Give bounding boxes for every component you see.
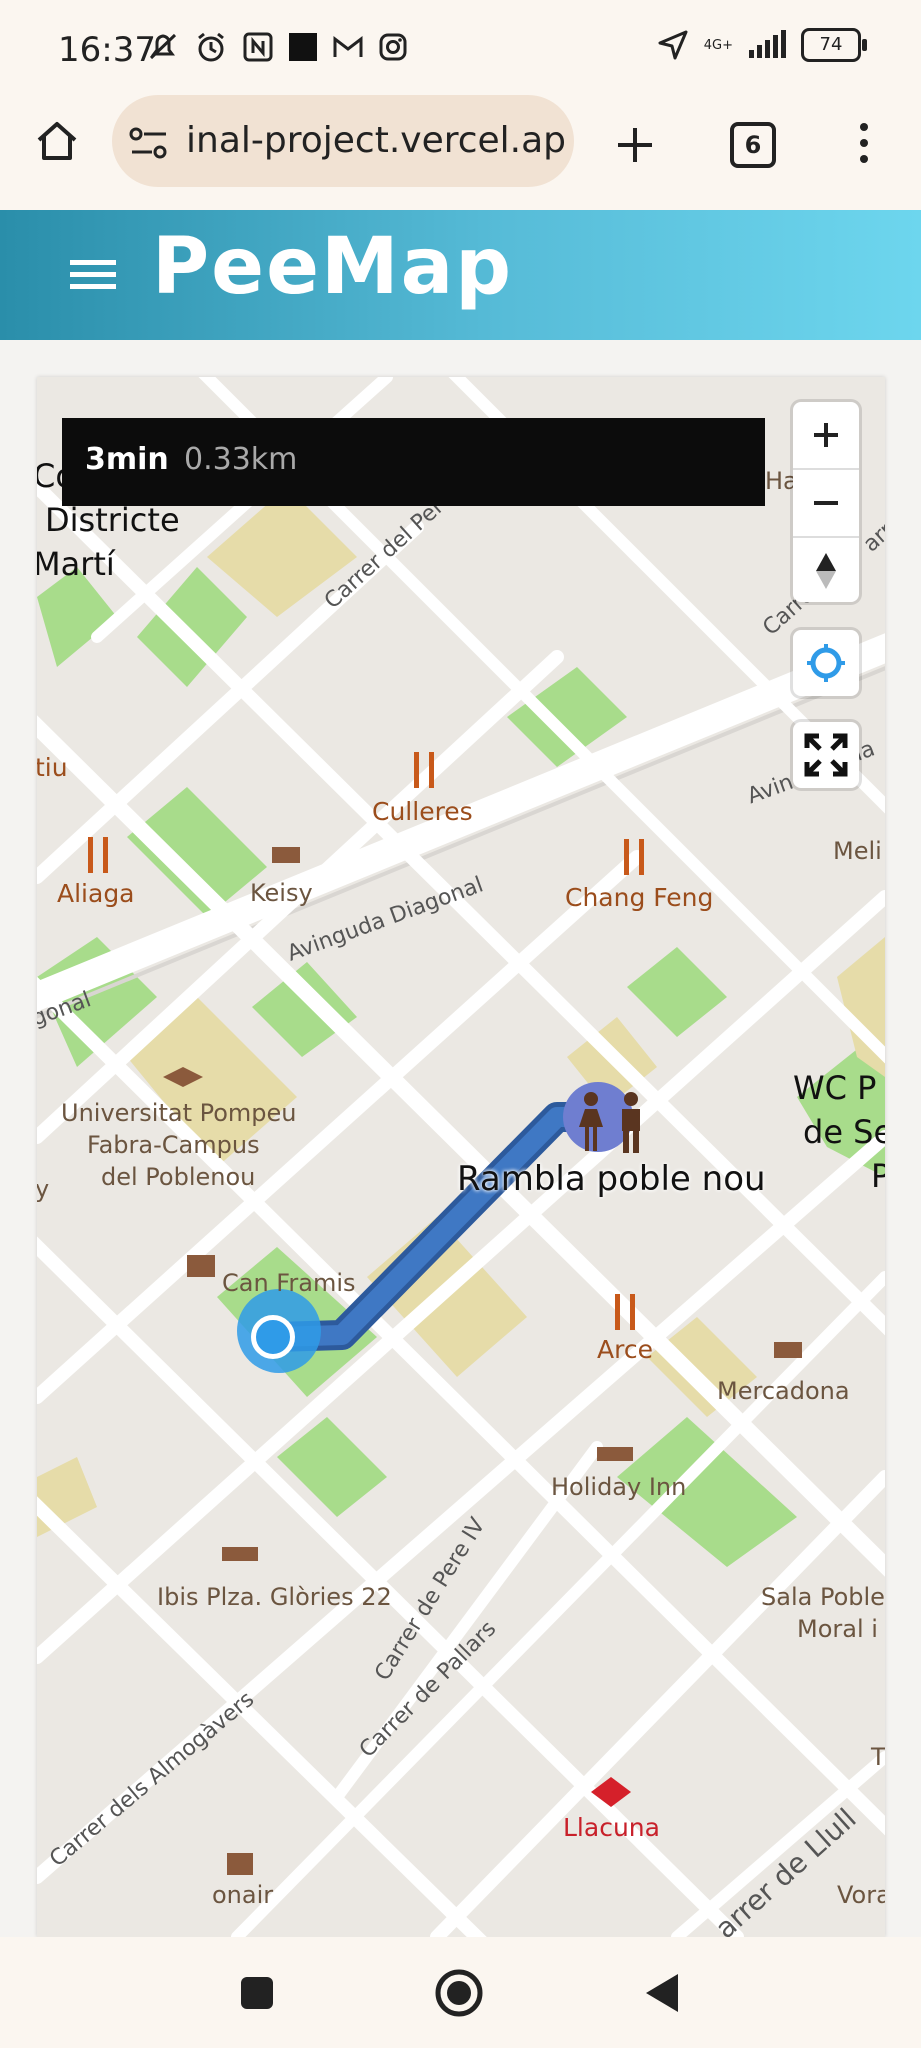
metro-label: Llacuna bbox=[563, 1813, 660, 1842]
poi-label: Chang Feng bbox=[565, 883, 714, 912]
poi-label: Sala Poble bbox=[761, 1583, 885, 1611]
map-label: Martí bbox=[37, 545, 115, 583]
toilet-icon[interactable] bbox=[573, 1089, 653, 1155]
route-distance: 0.33km bbox=[184, 442, 298, 477]
mute-icon bbox=[149, 33, 177, 60]
home-icon[interactable] bbox=[34, 118, 80, 164]
home-nav-icon[interactable] bbox=[434, 1968, 484, 2018]
poi-label: Universitat Pompeu bbox=[61, 1099, 297, 1127]
poi-label: Keisy bbox=[250, 879, 313, 907]
zoom-out-button[interactable] bbox=[793, 470, 859, 536]
more-vert-icon[interactable] bbox=[846, 120, 882, 166]
back-icon[interactable] bbox=[644, 1972, 680, 2014]
status-system-icons: 4G+ 74 bbox=[656, 28, 867, 62]
app-notification-icon bbox=[289, 33, 317, 61]
recents-icon[interactable] bbox=[240, 1976, 274, 2010]
status-notification-icons bbox=[146, 30, 408, 64]
zoom-in-button[interactable] bbox=[793, 402, 859, 468]
locate-button[interactable] bbox=[793, 630, 859, 696]
fullscreen-button[interactable] bbox=[793, 722, 859, 788]
location-arrow-icon bbox=[658, 30, 688, 60]
battery-icon: 74 bbox=[801, 28, 867, 62]
poi-label: Arce bbox=[597, 1335, 653, 1364]
poi-label: Mercadona bbox=[717, 1377, 850, 1405]
app-title: PeeMap bbox=[152, 222, 514, 312]
map-label: Districte bbox=[45, 501, 180, 539]
poi-label: Ibis Plza. Glòries 22 bbox=[157, 1583, 392, 1611]
tab-switcher-button[interactable]: 6 bbox=[730, 122, 776, 168]
route-time: 3min bbox=[85, 442, 169, 477]
poi-label: T bbox=[871, 1743, 885, 1771]
zoom-control bbox=[793, 402, 859, 602]
toilet-label: de Se bbox=[803, 1113, 885, 1151]
poi-label: Aliaga bbox=[57, 879, 135, 908]
toilet-label: P bbox=[871, 1157, 885, 1195]
poi-label: Meli bbox=[833, 837, 882, 865]
poi-label: Moral i bbox=[797, 1615, 878, 1643]
fullscreen-icon bbox=[804, 733, 848, 777]
site-info-icon[interactable] bbox=[128, 126, 170, 160]
compass-button[interactable] bbox=[793, 538, 859, 604]
poi-label: tiu bbox=[37, 753, 68, 782]
status-bar: 16:37 4G+ 74 bbox=[0, 0, 921, 100]
poi-label: onair bbox=[212, 1881, 274, 1909]
poi-label: Can Framis bbox=[222, 1269, 356, 1297]
toilet-label: WC P bbox=[793, 1069, 877, 1107]
poi-label: y bbox=[37, 1175, 50, 1203]
url-text[interactable]: inal-project.vercel.app bbox=[186, 120, 566, 161]
signal-icon bbox=[749, 30, 786, 58]
poi-label: Vora bbox=[837, 1881, 885, 1909]
user-location-marker bbox=[251, 1315, 295, 1359]
nfc-icon bbox=[243, 32, 273, 62]
poi-label: Holiday Inn bbox=[551, 1473, 687, 1501]
alarm-icon bbox=[198, 32, 224, 62]
gmail-icon bbox=[333, 35, 363, 57]
plus-icon[interactable] bbox=[612, 122, 658, 168]
status-time: 16:37 bbox=[58, 30, 156, 70]
poi-label: del Poblenou bbox=[101, 1163, 256, 1191]
poi-label: Culleres bbox=[372, 797, 473, 826]
toilet-marker-label: Rambla poble nou bbox=[457, 1159, 766, 1199]
poi-label: Fabra-Campus bbox=[87, 1131, 260, 1159]
locate-icon bbox=[807, 644, 845, 682]
zoom-out-icon bbox=[814, 501, 838, 505]
zoom-in-icon bbox=[814, 423, 838, 447]
network-type: 4G+ bbox=[703, 37, 733, 53]
compass-icon bbox=[816, 553, 836, 589]
hamburger-menu-icon[interactable] bbox=[70, 258, 116, 292]
instagram-icon bbox=[379, 33, 407, 61]
map-view[interactable]: Consell Districte Martí Carrer del Perú … bbox=[37, 377, 885, 1937]
